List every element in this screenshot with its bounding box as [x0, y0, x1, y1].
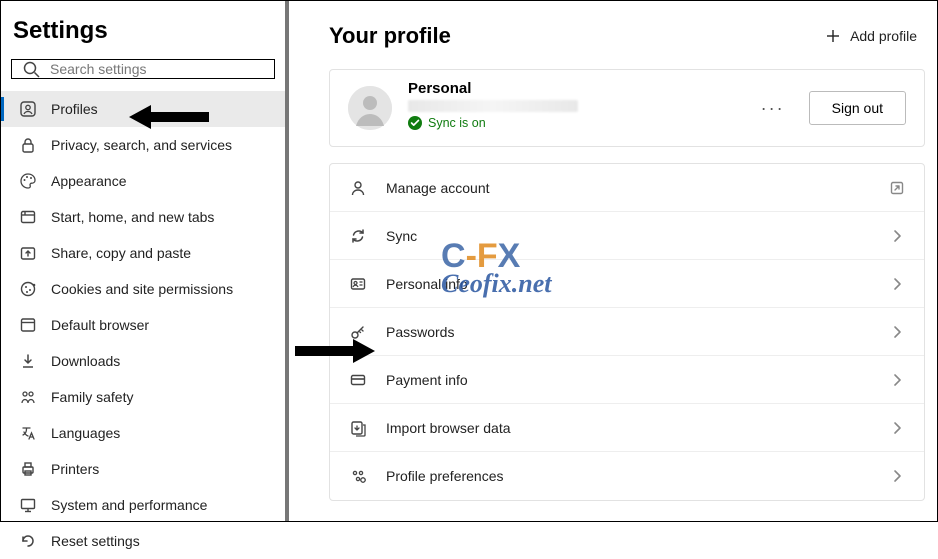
personal-info-icon [348, 274, 368, 294]
search-settings-field[interactable] [11, 59, 275, 79]
sidebar-item-label: Share, copy and paste [51, 245, 191, 261]
main-content: Your profile Add profile Personal Sync i… [289, 1, 937, 521]
profile-email-redacted [408, 100, 578, 112]
sidebar-item-label: Cookies and site permissions [51, 281, 233, 297]
profile-name: Personal [408, 80, 737, 97]
sidebar-item-privacy[interactable]: Privacy, search, and services [1, 127, 285, 163]
avatar [348, 86, 392, 130]
more-actions-button[interactable]: ··· [753, 92, 793, 125]
sync-icon [348, 226, 368, 246]
sidebar-item-label: Start, home, and new tabs [51, 209, 214, 225]
sidebar-item-label: Privacy, search, and services [51, 137, 232, 153]
printer-icon [19, 460, 37, 478]
sidebar-item-label: Appearance [51, 173, 127, 189]
sidebar-item-downloads[interactable]: Downloads [1, 343, 285, 379]
profile-card: Personal Sync is on ··· Sign out [329, 69, 925, 147]
external-link-icon [888, 179, 906, 197]
page-title: Your profile [329, 23, 451, 49]
sidebar-item-label: Downloads [51, 353, 120, 369]
sidebar-title: Settings [1, 17, 285, 59]
download-icon [19, 352, 37, 370]
sidebar-item-label: Default browser [51, 317, 149, 333]
check-circle-icon [408, 116, 422, 130]
add-profile-label: Add profile [850, 28, 917, 44]
row-passwords[interactable]: Passwords [330, 308, 924, 356]
row-sync[interactable]: Sync [330, 212, 924, 260]
sidebar-item-label: System and performance [51, 497, 207, 513]
browser-icon [19, 316, 37, 334]
main-header: Your profile Add profile [329, 21, 925, 51]
sidebar-item-system[interactable]: System and performance [1, 487, 285, 523]
chevron-right-icon [888, 371, 906, 389]
row-label: Personal info [386, 276, 870, 292]
appearance-icon [19, 172, 37, 190]
import-icon [348, 418, 368, 438]
chevron-right-icon [888, 467, 906, 485]
sidebar-item-label: Family safety [51, 389, 133, 405]
sidebar-item-appearance[interactable]: Appearance [1, 163, 285, 199]
sidebar-item-label: Profiles [51, 101, 98, 117]
sidebar-item-languages[interactable]: Languages [1, 415, 285, 451]
row-label: Import browser data [386, 420, 870, 436]
sync-status-label: Sync is on [428, 116, 486, 130]
system-icon [19, 496, 37, 514]
tab-icon [19, 208, 37, 226]
sidebar-item-label: Reset settings [51, 533, 140, 549]
profile-options-list: Manage account Sync Personal info Passwo… [329, 163, 925, 501]
sidebar-item-label: Languages [51, 425, 120, 441]
row-import-data[interactable]: Import browser data [330, 404, 924, 452]
sidebar-item-family[interactable]: Family safety [1, 379, 285, 415]
row-manage-account[interactable]: Manage account [330, 164, 924, 212]
profile-info: Personal Sync is on [408, 80, 737, 130]
person-icon [348, 178, 368, 198]
chevron-right-icon [888, 419, 906, 437]
cookie-icon [19, 280, 37, 298]
row-label: Passwords [386, 324, 870, 340]
prefs-icon [348, 466, 368, 486]
sidebar-item-profiles[interactable]: Profiles [1, 91, 285, 127]
chevron-right-icon [888, 275, 906, 293]
sidebar-nav: Profiles Privacy, search, and services A… [1, 91, 285, 559]
row-label: Manage account [386, 180, 870, 196]
sync-status: Sync is on [408, 116, 737, 130]
share-icon [19, 244, 37, 262]
sidebar-item-default-browser[interactable]: Default browser [1, 307, 285, 343]
sidebar-item-label: Printers [51, 461, 99, 477]
key-icon [348, 322, 368, 342]
sign-out-button[interactable]: Sign out [809, 91, 906, 125]
add-profile-button[interactable]: Add profile [816, 21, 925, 51]
row-label: Payment info [386, 372, 870, 388]
search-input[interactable] [50, 61, 264, 77]
sidebar-item-start-home[interactable]: Start, home, and new tabs [1, 199, 285, 235]
chevron-right-icon [888, 323, 906, 341]
card-icon [348, 370, 368, 390]
row-payment-info[interactable]: Payment info [330, 356, 924, 404]
sidebar-item-reset[interactable]: Reset settings [1, 523, 285, 559]
sidebar-item-cookies[interactable]: Cookies and site permissions [1, 271, 285, 307]
language-icon [19, 424, 37, 442]
reset-icon [19, 532, 37, 550]
sidebar-item-share[interactable]: Share, copy and paste [1, 235, 285, 271]
settings-sidebar: Settings Profiles Privacy, search, and s… [1, 1, 289, 521]
family-icon [19, 388, 37, 406]
row-label: Sync [386, 228, 870, 244]
chevron-right-icon [888, 227, 906, 245]
profile-icon [19, 100, 37, 118]
row-profile-preferences[interactable]: Profile preferences [330, 452, 924, 500]
plus-icon [824, 27, 842, 45]
row-personal-info[interactable]: Personal info [330, 260, 924, 308]
lock-icon [19, 136, 37, 154]
search-icon [22, 60, 40, 78]
sidebar-item-printers[interactable]: Printers [1, 451, 285, 487]
row-label: Profile preferences [386, 468, 870, 484]
